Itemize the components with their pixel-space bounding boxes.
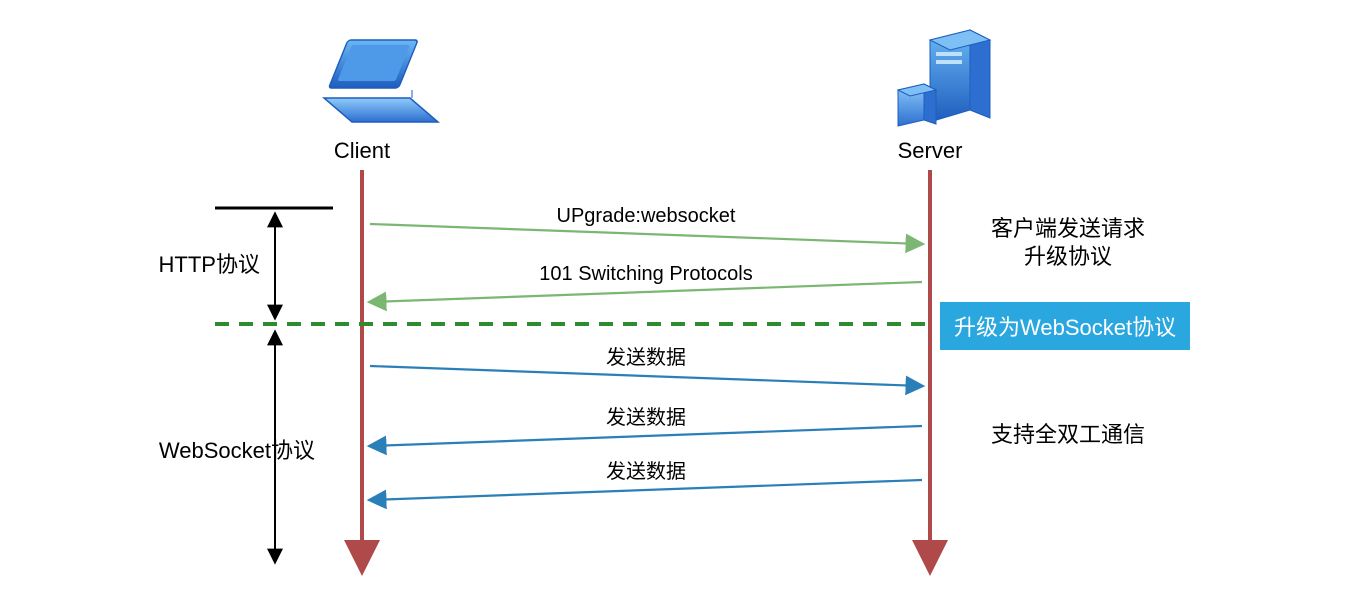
ws-phase-label: WebSocket协议 bbox=[159, 438, 315, 463]
msg-send-1-label: 发送数据 bbox=[606, 346, 686, 369]
client-icon bbox=[324, 40, 438, 122]
server-icon bbox=[898, 30, 990, 126]
msg-upgrade-label: UPgrade:websocket bbox=[557, 205, 736, 227]
msg-send-3 bbox=[370, 480, 922, 500]
client-label: Client bbox=[334, 138, 390, 163]
note-client-request-1: 客户端发送请求 bbox=[991, 216, 1145, 241]
msg-switching-label: 101 Switching Protocols bbox=[539, 263, 752, 285]
note-full-duplex: 支持全双工通信 bbox=[991, 422, 1145, 447]
msg-send-3-label: 发送数据 bbox=[606, 460, 686, 483]
upgrade-badge: 升级为WebSocket协议 bbox=[940, 302, 1190, 350]
note-client-request-2: 升级协议 bbox=[1024, 244, 1112, 269]
msg-send-2-label: 发送数据 bbox=[606, 406, 686, 429]
msg-upgrade bbox=[370, 224, 922, 244]
msg-switching bbox=[370, 282, 922, 302]
http-phase-label: HTTP协议 bbox=[159, 252, 260, 277]
server-label: Server bbox=[898, 138, 963, 163]
msg-send-2 bbox=[370, 426, 922, 446]
msg-send-1 bbox=[370, 366, 922, 386]
